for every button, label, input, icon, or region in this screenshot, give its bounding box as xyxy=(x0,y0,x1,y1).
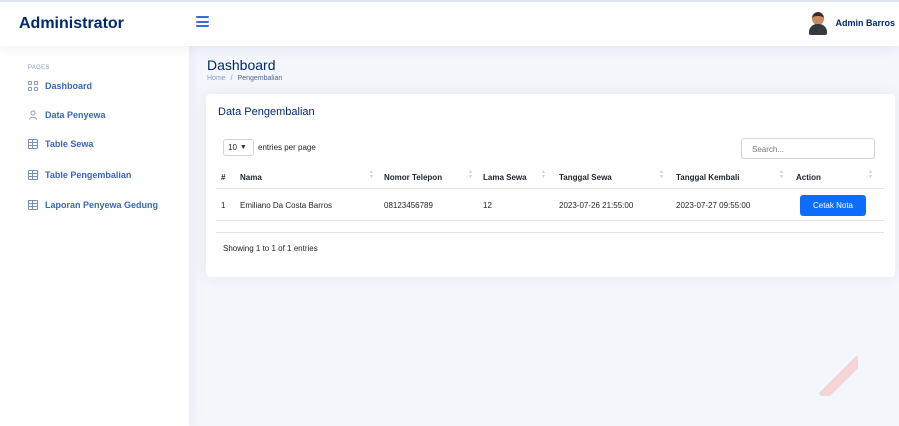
entries-per-page-select[interactable]: 10 ▼ xyxy=(223,139,254,156)
cell-nama: Emiliano Da Costa Barros xyxy=(240,201,333,210)
breadcrumb: Home / Pengembalian xyxy=(207,75,282,82)
page-title: Dashboard xyxy=(207,57,276,73)
sort-icon: ▲ ▼ xyxy=(468,169,473,180)
cell-nomor-telepon: 08123456789 xyxy=(384,201,433,210)
cell-lama-sewa: 12 xyxy=(483,201,492,210)
cell-number: 1 xyxy=(221,201,226,210)
cell-tanggal-kembali: 2023-07-27 09:55:00 xyxy=(676,201,751,210)
sidebar-item-laporan-penyewa-gedung[interactable]: Laporan Penyewa Gedung xyxy=(28,197,158,213)
entries-per-page-value: 10 xyxy=(228,143,237,152)
column-header-nomor-telepon[interactable]: Nomor Telepon xyxy=(384,173,442,182)
breadcrumb-separator: / xyxy=(230,75,233,82)
card-title: Data Pengembalian xyxy=(218,106,315,118)
entries-control: 10 ▼ entries per page xyxy=(223,139,316,156)
sidebar-item-data-penyewa[interactable]: Data Penyewa xyxy=(28,107,106,123)
column-header-nama[interactable]: Nama xyxy=(240,173,262,182)
top-header: Administrator Admin Barros xyxy=(0,0,899,46)
sidebar-item-label: Table Pengembalian xyxy=(45,170,132,180)
entries-per-page-label: entries per page xyxy=(258,143,316,152)
table-info: Showing 1 to 1 of 1 entries xyxy=(223,244,318,253)
column-header-number[interactable]: # xyxy=(221,173,225,182)
column-header-action[interactable]: Action xyxy=(796,173,821,182)
sidebar-heading: PAGES xyxy=(28,65,50,71)
sidebar-item-label: Table Sewa xyxy=(45,139,94,149)
table-icon xyxy=(28,200,38,210)
sidebar: PAGES Dashboard Data Penyewa Table Sewa … xyxy=(0,46,189,426)
sidebar-item-table-sewa[interactable]: Table Sewa xyxy=(28,136,93,152)
search-input[interactable]: Search... xyxy=(741,138,875,159)
sidebar-item-label: Laporan Penyewa Gedung xyxy=(45,200,159,210)
sort-icon: ▲ ▼ xyxy=(868,169,873,180)
sort-icon: ▲ ▼ xyxy=(779,169,784,180)
sort-icon: ▲ ▼ xyxy=(369,169,374,180)
person-icon xyxy=(28,110,38,120)
breadcrumb-home[interactable]: Home xyxy=(207,75,226,82)
watermark-graphic xyxy=(818,356,858,396)
sidebar-item-dashboard[interactable]: Dashboard xyxy=(28,78,92,94)
column-header-tanggal-sewa[interactable]: Tanggal Sewa xyxy=(559,173,612,182)
table-icon xyxy=(28,170,38,180)
cetak-nota-button[interactable]: Cetak Nota xyxy=(800,195,866,216)
data-card: Data Pengembalian 10 ▼ entries per page … xyxy=(206,94,895,277)
chevron-down-icon: ▼ xyxy=(239,144,247,151)
user-profile-menu[interactable]: Admin Barros xyxy=(808,11,895,35)
column-header-tanggal-kembali[interactable]: Tanggal Kembali xyxy=(676,173,739,182)
sidebar-item-table-pengembalian[interactable]: Table Pengembalian xyxy=(28,167,131,183)
sort-icon: ▲ ▼ xyxy=(541,169,546,180)
sidebar-item-label: Data Penyewa xyxy=(45,110,106,120)
breadcrumb-current: Pengembalian xyxy=(237,75,283,82)
brand-logo[interactable]: Administrator xyxy=(19,15,124,33)
sidebar-item-label: Dashboard xyxy=(45,81,93,91)
main-content: Dashboard Home / Pengembalian Data Penge… xyxy=(189,46,899,426)
table-footer-divider xyxy=(216,232,884,233)
sort-icon: ▲ ▼ xyxy=(659,169,664,180)
table-header: # Nama ▲ ▼ Nomor Telepon ▲ ▼ Lama Sewa ▲ ▼ … xyxy=(216,167,884,189)
user-name: Admin Barros xyxy=(835,18,895,28)
cell-tanggal-sewa: 2023-07-26 21:55:00 xyxy=(559,201,634,210)
menu-toggle-icon[interactable] xyxy=(196,16,209,27)
table-icon xyxy=(28,139,38,149)
grid-icon xyxy=(28,81,38,91)
table-row: 1 Emiliano Da Costa Barros 08123456789 1… xyxy=(216,190,884,221)
avatar xyxy=(808,11,828,35)
column-header-lama-sewa[interactable]: Lama Sewa xyxy=(483,173,527,182)
